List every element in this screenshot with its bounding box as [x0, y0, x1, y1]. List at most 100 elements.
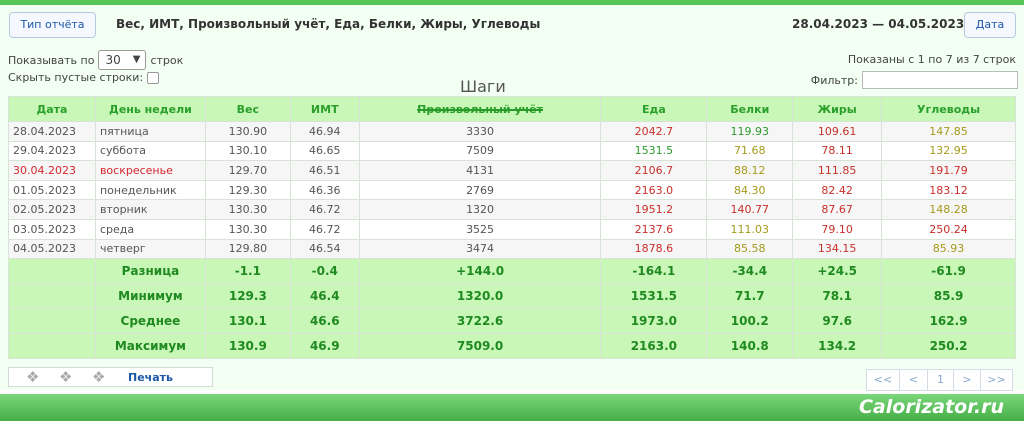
- column-header-label: Вес: [236, 102, 260, 116]
- summary-cell: -34.4: [706, 258, 794, 285]
- summary-cell: 140.8: [706, 333, 794, 360]
- table-cell: 191.79: [881, 160, 1016, 181]
- table-cell: 3330: [358, 121, 602, 142]
- column-header[interactable]: День недели: [94, 96, 206, 122]
- table-cell: 71.68: [706, 140, 794, 162]
- summary-label: Максимум: [94, 333, 206, 360]
- table-cell: 2137.6: [600, 218, 708, 240]
- table-cell: воскресенье: [94, 160, 206, 181]
- table-cell: 46.72: [289, 199, 360, 220]
- summary-cell: -1.1: [204, 258, 291, 285]
- table-cell: 1878.6: [600, 238, 708, 260]
- date-range: 28.04.2023 — 04.05.2023: [792, 17, 965, 31]
- hide-empty-checkbox[interactable]: [147, 71, 160, 84]
- table-cell: 7509: [358, 140, 602, 162]
- summary-cell: 1531.5: [600, 283, 708, 310]
- table-cell: 140.77: [706, 199, 794, 220]
- table-cell: понедельник: [94, 179, 206, 201]
- summary-cell: 2163.0: [600, 333, 708, 360]
- summary-cell: +24.5: [792, 258, 883, 285]
- pager-last-button[interactable]: >>: [980, 369, 1013, 391]
- summary-label: Разница: [94, 258, 206, 285]
- pager-page-1[interactable]: 1: [927, 369, 954, 391]
- table-cell: 46.72: [289, 218, 360, 240]
- column-header-label: Произвольный учёт: [417, 102, 544, 116]
- table-row: 30.04.2023 воскресенье 129.70 46.51 4131 2106…: [8, 160, 1016, 181]
- table-cell: пятница: [94, 121, 206, 142]
- table-cell: суббота: [94, 140, 206, 162]
- table-cell: 02.05.2023: [8, 199, 96, 220]
- column-header[interactable]: Вес: [204, 96, 291, 122]
- rows-info: Показаны с 1 по 7 из 7 строк: [847, 53, 1016, 66]
- column-header-label: Еда: [641, 102, 666, 116]
- summary-cell: 46.6: [289, 308, 360, 335]
- table-cell: 85.58: [706, 238, 794, 260]
- page-length-select[interactable]: 30 ▼: [98, 50, 147, 70]
- table-cell: 28.04.2023: [8, 121, 96, 142]
- date-button[interactable]: Дата: [964, 12, 1016, 38]
- summary-cell: 78.1: [792, 283, 883, 310]
- table-cell: 183.12: [881, 179, 1016, 201]
- table-cell: 84.30: [706, 179, 794, 201]
- summary-cell: 162.9: [881, 308, 1016, 335]
- pager-first-button[interactable]: <<: [866, 369, 900, 391]
- summary-cell: 46.9: [289, 333, 360, 360]
- filter-input[interactable]: [862, 71, 1018, 89]
- table-cell: 129.80: [204, 238, 291, 260]
- summary-cell: 1973.0: [600, 308, 708, 335]
- column-header[interactable]: ИМТ: [289, 96, 360, 122]
- column-header-label: Белки: [730, 102, 770, 116]
- filter-control: Фильтр:: [811, 71, 1018, 89]
- table-cell: четверг: [94, 238, 206, 260]
- table-cell: 03.05.2023: [8, 218, 96, 240]
- table-cell: 78.11: [792, 140, 883, 162]
- pager-next-button[interactable]: >: [953, 369, 981, 391]
- summary-cell: 71.7: [706, 283, 794, 310]
- summary-row: Минимум 129.3 46.4 1320.0 1531.5 71.7 78.1 85.9: [8, 283, 1016, 310]
- puzzle-icon[interactable]: ❖: [59, 369, 75, 385]
- column-header[interactable]: Произвольный учёт: [358, 96, 602, 122]
- report-table: Дата День недели Вес ИМТ Произвольный учёт Ед…: [8, 96, 1016, 360]
- summary-cell: 85.9: [881, 283, 1016, 310]
- table-cell: 119.93: [706, 121, 794, 142]
- column-header[interactable]: Жиры: [792, 96, 883, 122]
- summary-cell: 134.2: [792, 333, 883, 360]
- summary-row: Разница -1.1 -0.4 +144.0 -164.1 -34.4 +24.5 -61…: [8, 258, 1016, 285]
- table-cell: 4131: [358, 160, 602, 181]
- print-button[interactable]: Печать: [128, 371, 173, 384]
- puzzle-icon[interactable]: ❖: [92, 369, 108, 385]
- table-cell: 29.04.2023: [8, 140, 96, 162]
- table-row: 03.05.2023 среда 130.30 46.72 3525 2137.6 111.…: [8, 218, 1016, 240]
- table-cell: 46.94: [289, 121, 360, 142]
- report-type-button[interactable]: Тип отчёта: [9, 12, 96, 38]
- summary-cell: +144.0: [358, 258, 602, 285]
- table-cell: 46.54: [289, 238, 360, 260]
- table-cell: 130.10: [204, 140, 291, 162]
- puzzle-icon[interactable]: ❖: [26, 369, 42, 385]
- summary-label: Минимум: [94, 283, 206, 310]
- table-cell: 1320: [358, 199, 602, 220]
- table-cell: 1951.2: [600, 199, 708, 220]
- summary-cell: -61.9: [881, 258, 1016, 285]
- table-cell: 130.30: [204, 199, 291, 220]
- table-cell: 88.12: [706, 160, 794, 181]
- column-header[interactable]: Еда: [600, 96, 708, 122]
- column-header[interactable]: Белки: [706, 96, 794, 122]
- summary-blank-cell: [8, 333, 96, 360]
- page-length-control: Показывать по 30 ▼ строк: [8, 50, 183, 70]
- column-header[interactable]: Дата: [8, 96, 96, 122]
- table-cell: 111.85: [792, 160, 883, 181]
- table-cell: 04.05.2023: [8, 238, 96, 260]
- table-cell: 3474: [358, 238, 602, 260]
- pager-prev-button[interactable]: <: [899, 369, 928, 391]
- column-header[interactable]: Углеводы: [881, 96, 1016, 122]
- summary-cell: 130.9: [204, 333, 291, 360]
- summary-cell: 46.4: [289, 283, 360, 310]
- table-cell: 3525: [358, 218, 602, 240]
- summary-row: Среднее 130.1 46.6 3722.6 1973.0 100.2 97.6 162…: [8, 308, 1016, 335]
- summary-blank-cell: [8, 308, 96, 335]
- page-length-value: 30: [105, 53, 121, 67]
- table-cell: 79.10: [792, 218, 883, 240]
- column-header-label: Дата: [36, 102, 68, 116]
- show-suffix-label: строк: [150, 53, 184, 67]
